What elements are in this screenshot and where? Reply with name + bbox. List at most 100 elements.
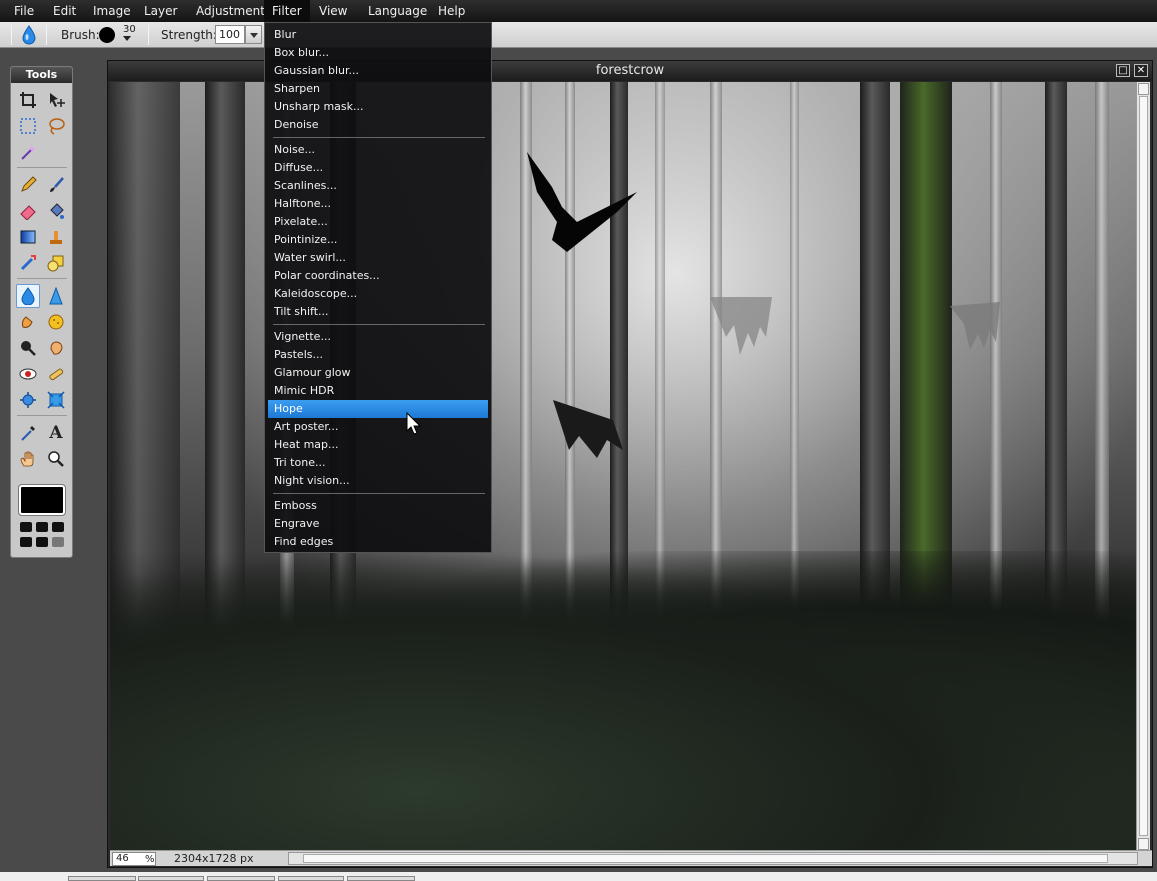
bottom-tab[interactable] (347, 876, 415, 881)
lasso-icon[interactable] (44, 114, 68, 138)
menu-view[interactable]: View (319, 0, 347, 22)
filter-menu-item-glamour-glow[interactable]: Glamour glow (268, 364, 488, 382)
color-preset[interactable] (52, 537, 64, 547)
filter-menu-item-heat-map[interactable]: Heat map... (268, 436, 488, 454)
menu-edit[interactable]: Edit (53, 0, 76, 22)
scroll-down-arrow[interactable] (1138, 838, 1149, 850)
menu-separator (273, 493, 485, 494)
brush-preview[interactable] (99, 27, 115, 43)
color-preset[interactable] (36, 537, 48, 547)
filter-menu-item-hope[interactable]: Hope (268, 400, 488, 418)
image-dimensions: 2304x1728 px (174, 852, 254, 865)
bottom-tab[interactable] (207, 876, 275, 881)
zoom-tool-icon[interactable] (44, 447, 68, 471)
strength-label: Strength: (161, 28, 217, 42)
image-status-bar: 46 % 2304x1728 px (110, 850, 1152, 866)
filter-menu-item-box-blur[interactable]: Box blur... (268, 44, 488, 62)
pencil-icon[interactable] (16, 173, 40, 197)
foreground-color-swatch[interactable] (18, 484, 66, 516)
filter-menu-item-mimic-hdr[interactable]: Mimic HDR (268, 382, 488, 400)
bottom-tab[interactable] (278, 876, 344, 881)
color-picker-icon[interactable] (16, 421, 40, 445)
crop-icon[interactable] (16, 88, 40, 112)
move-icon[interactable] (44, 88, 68, 112)
bloat-icon[interactable] (16, 388, 40, 412)
menu-filter[interactable]: Filter (264, 0, 310, 22)
sharpen-tool-icon[interactable] (44, 284, 68, 308)
pinch-icon[interactable] (44, 388, 68, 412)
marquee-icon[interactable] (16, 114, 40, 138)
brush-dropdown-arrow[interactable] (123, 36, 131, 41)
filter-menu-item-vignette[interactable]: Vignette... (268, 328, 488, 346)
spot-heal-icon[interactable] (44, 362, 68, 386)
bottom-tab[interactable] (68, 876, 136, 881)
clone-stamp-icon[interactable] (44, 225, 68, 249)
menu-adjustment[interactable]: Adjustment (196, 0, 265, 22)
filter-menu-item-scanlines[interactable]: Scanlines... (268, 177, 488, 195)
color-preset[interactable] (52, 522, 64, 532)
toolbar-separator (11, 25, 12, 45)
color-replace-icon[interactable] (16, 251, 40, 275)
burn-tool-icon[interactable] (44, 336, 68, 360)
hanging-cloth (710, 297, 772, 355)
menu-layer[interactable]: Layer (144, 0, 177, 22)
filter-menu-item-night-vision[interactable]: Night vision... (268, 472, 488, 490)
color-preset[interactable] (20, 522, 32, 532)
horizontal-scrollbar[interactable] (288, 852, 1138, 865)
filter-menu-item-blur[interactable]: Blur (268, 26, 488, 44)
strength-input[interactable]: 100 (215, 25, 245, 44)
red-eye-icon[interactable] (16, 362, 40, 386)
filter-menu-item-engrave[interactable]: Engrave (268, 515, 488, 533)
filter-menu-item-polar-coordinates[interactable]: Polar coordinates... (268, 267, 488, 285)
menu-language[interactable]: Language (368, 0, 427, 22)
filter-menu-item-pastels[interactable]: Pastels... (268, 346, 488, 364)
type-tool-icon[interactable]: A (44, 421, 68, 445)
close-icon[interactable]: ✕ (1134, 64, 1148, 77)
menu-image[interactable]: Image (93, 0, 131, 22)
filter-menu-item-emboss[interactable]: Emboss (268, 497, 488, 515)
menu-help[interactable]: Help (438, 0, 465, 22)
brush-label: Brush: (61, 28, 100, 42)
filter-menu-item-kaleidoscope[interactable]: Kaleidoscope... (268, 285, 488, 303)
filter-menu-item-pixelate[interactable]: Pixelate... (268, 213, 488, 231)
hanging-cloth (950, 302, 1000, 350)
vertical-scrollbar[interactable] (1136, 82, 1150, 851)
strength-dropdown-button[interactable] (245, 25, 262, 44)
color-preset[interactable] (36, 522, 48, 532)
color-preset[interactable] (20, 537, 32, 547)
filter-menu-item-find-edges[interactable]: Find edges (268, 533, 488, 551)
filter-menu-item-unsharp-mask[interactable]: Unsharp mask... (268, 98, 488, 116)
maximize-icon[interactable]: □ (1116, 64, 1130, 77)
dodge-tool-icon[interactable] (16, 336, 40, 360)
magic-wand-icon[interactable] (16, 140, 40, 164)
mouse-cursor-icon (406, 412, 422, 435)
filter-menu-item-art-poster[interactable]: Art poster... (268, 418, 488, 436)
filter-menu-item-tri-tone[interactable]: Tri tone... (268, 454, 488, 472)
brush-icon[interactable] (44, 173, 68, 197)
menu-file[interactable]: File (14, 0, 34, 22)
filter-menu-item-sharpen[interactable]: Sharpen (268, 80, 488, 98)
blur-tool-icon[interactable] (16, 284, 40, 308)
sponge-tool-icon[interactable] (44, 310, 68, 334)
eraser-icon[interactable] (16, 199, 40, 223)
bottom-tab[interactable] (138, 876, 204, 881)
paint-bucket-icon[interactable] (44, 199, 68, 223)
zoom-input[interactable]: 46 % (112, 852, 156, 866)
filter-menu-item-denoise[interactable]: Denoise (268, 116, 488, 134)
gradient-icon[interactable] (16, 225, 40, 249)
hand-tool-icon[interactable] (16, 447, 40, 471)
filter-menu-item-tilt-shift[interactable]: Tilt shift... (268, 303, 488, 321)
filter-menu-item-noise[interactable]: Noise... (268, 141, 488, 159)
water-drop-icon (20, 25, 38, 48)
filter-menu-item-gaussian-blur[interactable]: Gaussian blur... (268, 62, 488, 80)
scrollbar-thumb[interactable] (303, 854, 1108, 863)
smudge-tool-icon[interactable] (16, 310, 40, 334)
scrollbar-thumb[interactable] (1139, 96, 1148, 836)
scroll-up-arrow[interactable] (1138, 83, 1149, 95)
filter-menu-item-halftone[interactable]: Halftone... (268, 195, 488, 213)
filter-menu-item-diffuse[interactable]: Diffuse... (268, 159, 488, 177)
tools-separator (17, 415, 67, 416)
filter-menu-item-water-swirl[interactable]: Water swirl... (268, 249, 488, 267)
filter-menu-item-pointinize[interactable]: Pointinize... (268, 231, 488, 249)
shape-icon[interactable] (44, 251, 68, 275)
